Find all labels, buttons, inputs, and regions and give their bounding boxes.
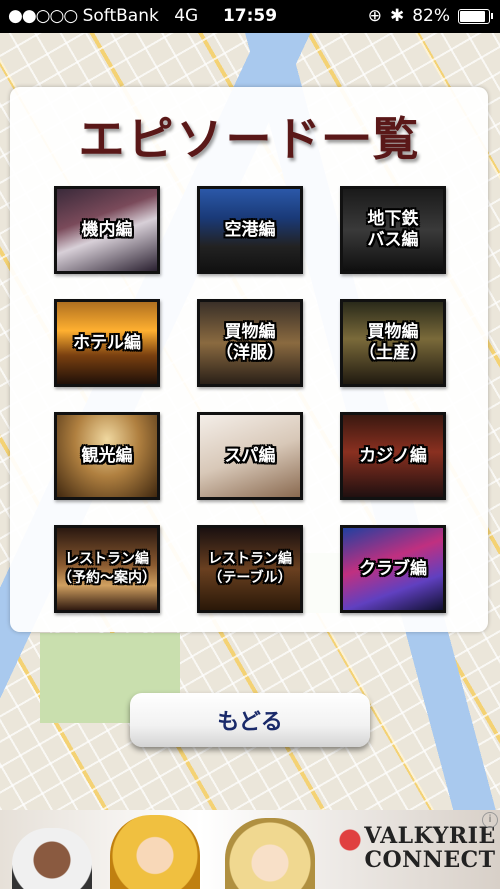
episode-tile-hotel[interactable]: ホテル編 xyxy=(54,299,160,387)
episode-label: 機内編 xyxy=(81,219,133,240)
episode-grid: 機内編 空港編 地下鉄 バス編 ホテル編 買物編 （洋服） 買物編 （土産） 観… xyxy=(54,186,446,613)
episode-label: 観光編 xyxy=(81,445,133,466)
episode-tile-airport[interactable]: 空港編 xyxy=(197,186,303,274)
episode-label: カジノ編 xyxy=(359,445,427,466)
episode-label: 買物編 （土産） xyxy=(359,322,427,363)
ad-title-line2: CONNECT xyxy=(364,847,496,873)
episode-tile-subway-bus[interactable]: 地下鉄 バス編 xyxy=(340,186,446,274)
ad-character-image xyxy=(225,818,315,889)
page-title: エピソード一覧 xyxy=(78,112,422,166)
episode-label: ホテル編 xyxy=(73,332,141,353)
ad-title-line1: VALKYRIE xyxy=(364,823,496,849)
battery-percent: 82% xyxy=(412,6,450,26)
ad-banner[interactable]: VALKYRIE CONNECT i xyxy=(0,810,500,889)
episode-tile-club[interactable]: クラブ編 xyxy=(340,525,446,613)
orientation-lock-icon: ⊕ xyxy=(367,6,382,26)
ad-info-icon[interactable]: i xyxy=(482,812,498,828)
episode-tile-sightseeing[interactable]: 観光編 xyxy=(54,412,160,500)
episode-label: レストラン編 （テーブル） xyxy=(208,551,292,586)
episode-label: 地下鉄 バス編 xyxy=(367,209,419,250)
back-button[interactable]: もどる xyxy=(130,693,370,747)
episode-tile-shopping-clothes[interactable]: 買物編 （洋服） xyxy=(197,299,303,387)
episode-tile-shopping-souvenir[interactable]: 買物編 （土産） xyxy=(340,299,446,387)
episode-tile-casino[interactable]: カジノ編 xyxy=(340,412,446,500)
bluetooth-icon: ✱ xyxy=(389,6,405,26)
ad-title: VALKYRIE CONNECT xyxy=(362,824,498,872)
episode-label: レストラン編 （予約〜案内） xyxy=(58,551,156,586)
episode-tile-airplane[interactable]: 機内編 xyxy=(54,186,160,274)
episode-tile-restaurant-reservation[interactable]: レストラン編 （予約〜案内） xyxy=(54,525,160,613)
episode-label: 空港編 xyxy=(224,219,276,240)
battery-fill xyxy=(460,10,485,22)
episode-label: クラブ編 xyxy=(359,558,427,579)
ad-character-image xyxy=(12,828,92,889)
episode-tile-spa[interactable]: スパ編 xyxy=(197,412,303,500)
episode-label: スパ編 xyxy=(224,445,276,466)
episode-label: 買物編 （洋服） xyxy=(216,322,284,363)
battery-icon xyxy=(458,8,493,24)
episode-tile-restaurant-table[interactable]: レストラン編 （テーブル） xyxy=(197,525,303,613)
ad-character-image xyxy=(110,815,200,889)
status-bar: ●●○○○ SoftBank 4G 17:59 ⊕ ✱ 82% xyxy=(0,0,500,33)
status-right: ⊕ ✱ 82% xyxy=(367,6,493,26)
